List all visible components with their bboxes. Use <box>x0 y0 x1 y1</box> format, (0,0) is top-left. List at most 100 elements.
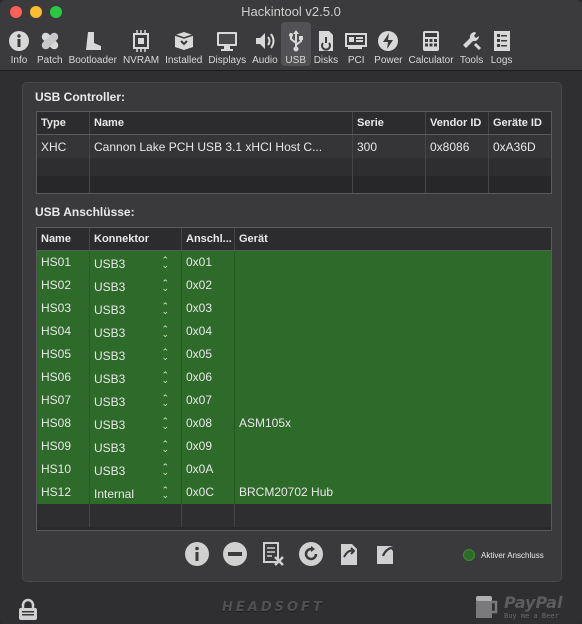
toolbar-bootloader[interactable]: Bootloader <box>66 22 120 66</box>
cell-device <box>235 297 551 320</box>
toolbar-pci[interactable]: PCI <box>341 22 371 66</box>
connector-select[interactable]: USB3 ⌃ ⌄ <box>90 251 182 274</box>
toolbar-label: Calculator <box>408 55 454 66</box>
updown-chevron-icon: ⌃ ⌄ <box>161 324 169 339</box>
cell-port-address: 0x05 <box>182 343 235 366</box>
cell-name: Cannon Lake PCH USB 3.1 xHCI Host C... <box>90 135 353 158</box>
lock-button[interactable] <box>17 598 39 624</box>
lock-icon <box>19 598 37 620</box>
paypal-donate-button[interactable]: PayPal Buy me a Beer <box>474 592 562 620</box>
toolbar: Info Patch Bootloader NVRAM Installed Di… <box>4 22 578 66</box>
toolbar-displays[interactable]: Displays <box>205 22 249 66</box>
connector-select[interactable]: USB3 ⌃ ⌄ <box>90 274 182 297</box>
toolbar-power[interactable]: Power <box>371 22 405 66</box>
table-row[interactable]: HS09 USB3 ⌃ ⌄ 0x09 <box>37 435 551 458</box>
table-row[interactable]: HS08 USB3 ⌃ ⌄ 0x08 ASM105x <box>37 412 551 435</box>
toolbar-label: Tools <box>459 55 484 66</box>
connector-select[interactable]: USB3 ⌃ ⌄ <box>90 366 182 389</box>
table-row[interactable]: HS01 USB3 ⌃ ⌄ 0x01 <box>37 251 551 274</box>
column-header-device-id[interactable]: Geräte ID <box>489 112 551 134</box>
toolbar-nvram[interactable]: NVRAM <box>120 22 162 66</box>
column-header-device[interactable]: Gerät <box>235 228 551 250</box>
column-header-serie[interactable]: Serie <box>353 112 426 134</box>
updown-chevron-icon: ⌃ ⌄ <box>161 416 169 431</box>
connector-select[interactable]: Internal ⌃ ⌄ <box>90 481 182 504</box>
connector-select[interactable]: USB3 ⌃ ⌄ <box>90 412 182 435</box>
connector-select[interactable]: USB3 ⌃ ⌄ <box>90 389 182 412</box>
cell-vendor-id: 0x8086 <box>426 135 489 158</box>
chip-icon <box>129 29 153 53</box>
cell-port-name: HS07 <box>37 389 90 412</box>
paypal-label: PayPal <box>504 592 563 612</box>
disk-icon <box>314 29 338 53</box>
updown-chevron-icon: ⌃ ⌄ <box>161 255 169 270</box>
import-button[interactable] <box>335 540 363 568</box>
table-row[interactable]: HS05 USB3 ⌃ ⌄ 0x05 <box>37 343 551 366</box>
cell-port-name: HS05 <box>37 343 90 366</box>
display-icon <box>215 29 239 53</box>
cell-device <box>235 458 551 481</box>
column-header-connector[interactable]: Konnektor <box>90 228 182 250</box>
toolbar-label: USB <box>285 55 306 66</box>
app-window: Hackintool v2.5.0 Info Patch Bootloader <box>0 0 582 624</box>
controller-table[interactable]: Type Name Serie Vendor ID Geräte ID XHC … <box>36 111 552 194</box>
clear-button[interactable] <box>259 540 287 568</box>
cell-port-name: HS02 <box>37 274 90 297</box>
ports-table[interactable]: Name Konnektor Anschl... Gerät HS01 USB3 ⌃… <box>36 227 552 531</box>
cell-port-address: 0x04 <box>182 320 235 343</box>
cell-device <box>235 320 551 343</box>
updown-chevron-icon: ⌃ ⌄ <box>161 347 169 362</box>
column-header-port[interactable]: Anschl... <box>182 228 235 250</box>
toolbar-logs[interactable]: Logs <box>487 22 517 66</box>
info-icon <box>7 29 31 53</box>
connector-select[interactable]: USB3 ⌃ ⌄ <box>90 320 182 343</box>
info-button[interactable] <box>183 540 211 568</box>
table-row[interactable]: HS02 USB3 ⌃ ⌄ 0x02 <box>37 274 551 297</box>
usb-panel: USB Controller: Type Name Serie Vendor I… <box>22 82 562 582</box>
table-row[interactable]: HS12 Internal ⌃ ⌄ 0x0C BRCM20702 Hub <box>37 481 551 504</box>
cell-port-name: HS04 <box>37 320 90 343</box>
ports-table-header: Name Konnektor Anschl... Gerät <box>37 228 551 251</box>
column-header-name[interactable]: Name <box>90 112 353 134</box>
toolbar-audio[interactable]: Audio <box>249 22 281 66</box>
toolbar-tools[interactable]: Tools <box>457 22 487 66</box>
boot-icon <box>81 29 105 53</box>
table-row[interactable]: XHC Cannon Lake PCH USB 3.1 xHCI Host C.… <box>37 135 551 158</box>
connector-value: USB3 <box>94 303 126 317</box>
refresh-button[interactable] <box>297 540 325 568</box>
import-icon <box>341 544 357 565</box>
cell-port-name: HS12 <box>37 481 90 504</box>
headsoft-logo[interactable]: HEADSOFT <box>222 600 325 615</box>
table-row[interactable]: HS04 USB3 ⌃ ⌄ 0x04 <box>37 320 551 343</box>
info-icon <box>185 542 209 566</box>
calculator-icon <box>419 29 443 53</box>
column-header-name[interactable]: Name <box>37 228 90 250</box>
controller-section-title: USB Controller: <box>35 90 125 104</box>
cell-device <box>235 389 551 412</box>
cell-port-address: 0x02 <box>182 274 235 297</box>
remove-button[interactable] <box>221 540 249 568</box>
toolbar-label: Bootloader <box>68 55 117 66</box>
connector-value: USB3 <box>94 349 126 363</box>
connector-select[interactable]: USB3 ⌃ ⌄ <box>90 435 182 458</box>
export-icon <box>377 543 398 564</box>
toolbar-usb[interactable]: USB <box>280 22 311 66</box>
toolbar-info[interactable]: Info <box>4 22 34 66</box>
column-header-vendor-id[interactable]: Vendor ID <box>426 112 489 134</box>
power-icon <box>376 29 400 53</box>
toolbar-calculator[interactable]: Calculator <box>406 22 457 66</box>
toolbar-installed[interactable]: Installed <box>162 22 205 66</box>
table-row[interactable]: HS10 USB3 ⌃ ⌄ 0x0A <box>37 458 551 481</box>
toolbar-label: Logs <box>490 55 513 66</box>
cell-device <box>235 435 551 458</box>
table-row[interactable]: HS03 USB3 ⌃ ⌄ 0x03 <box>37 297 551 320</box>
table-row[interactable]: HS06 USB3 ⌃ ⌄ 0x06 <box>37 366 551 389</box>
table-row[interactable]: HS07 USB3 ⌃ ⌄ 0x07 <box>37 389 551 412</box>
connector-select[interactable]: USB3 ⌃ ⌄ <box>90 458 182 481</box>
export-button[interactable] <box>373 540 401 568</box>
connector-select[interactable]: USB3 ⌃ ⌄ <box>90 343 182 366</box>
toolbar-disks[interactable]: Disks <box>311 22 341 66</box>
column-header-type[interactable]: Type <box>37 112 90 134</box>
connector-select[interactable]: USB3 ⌃ ⌄ <box>90 297 182 320</box>
toolbar-patch[interactable]: Patch <box>34 22 66 66</box>
